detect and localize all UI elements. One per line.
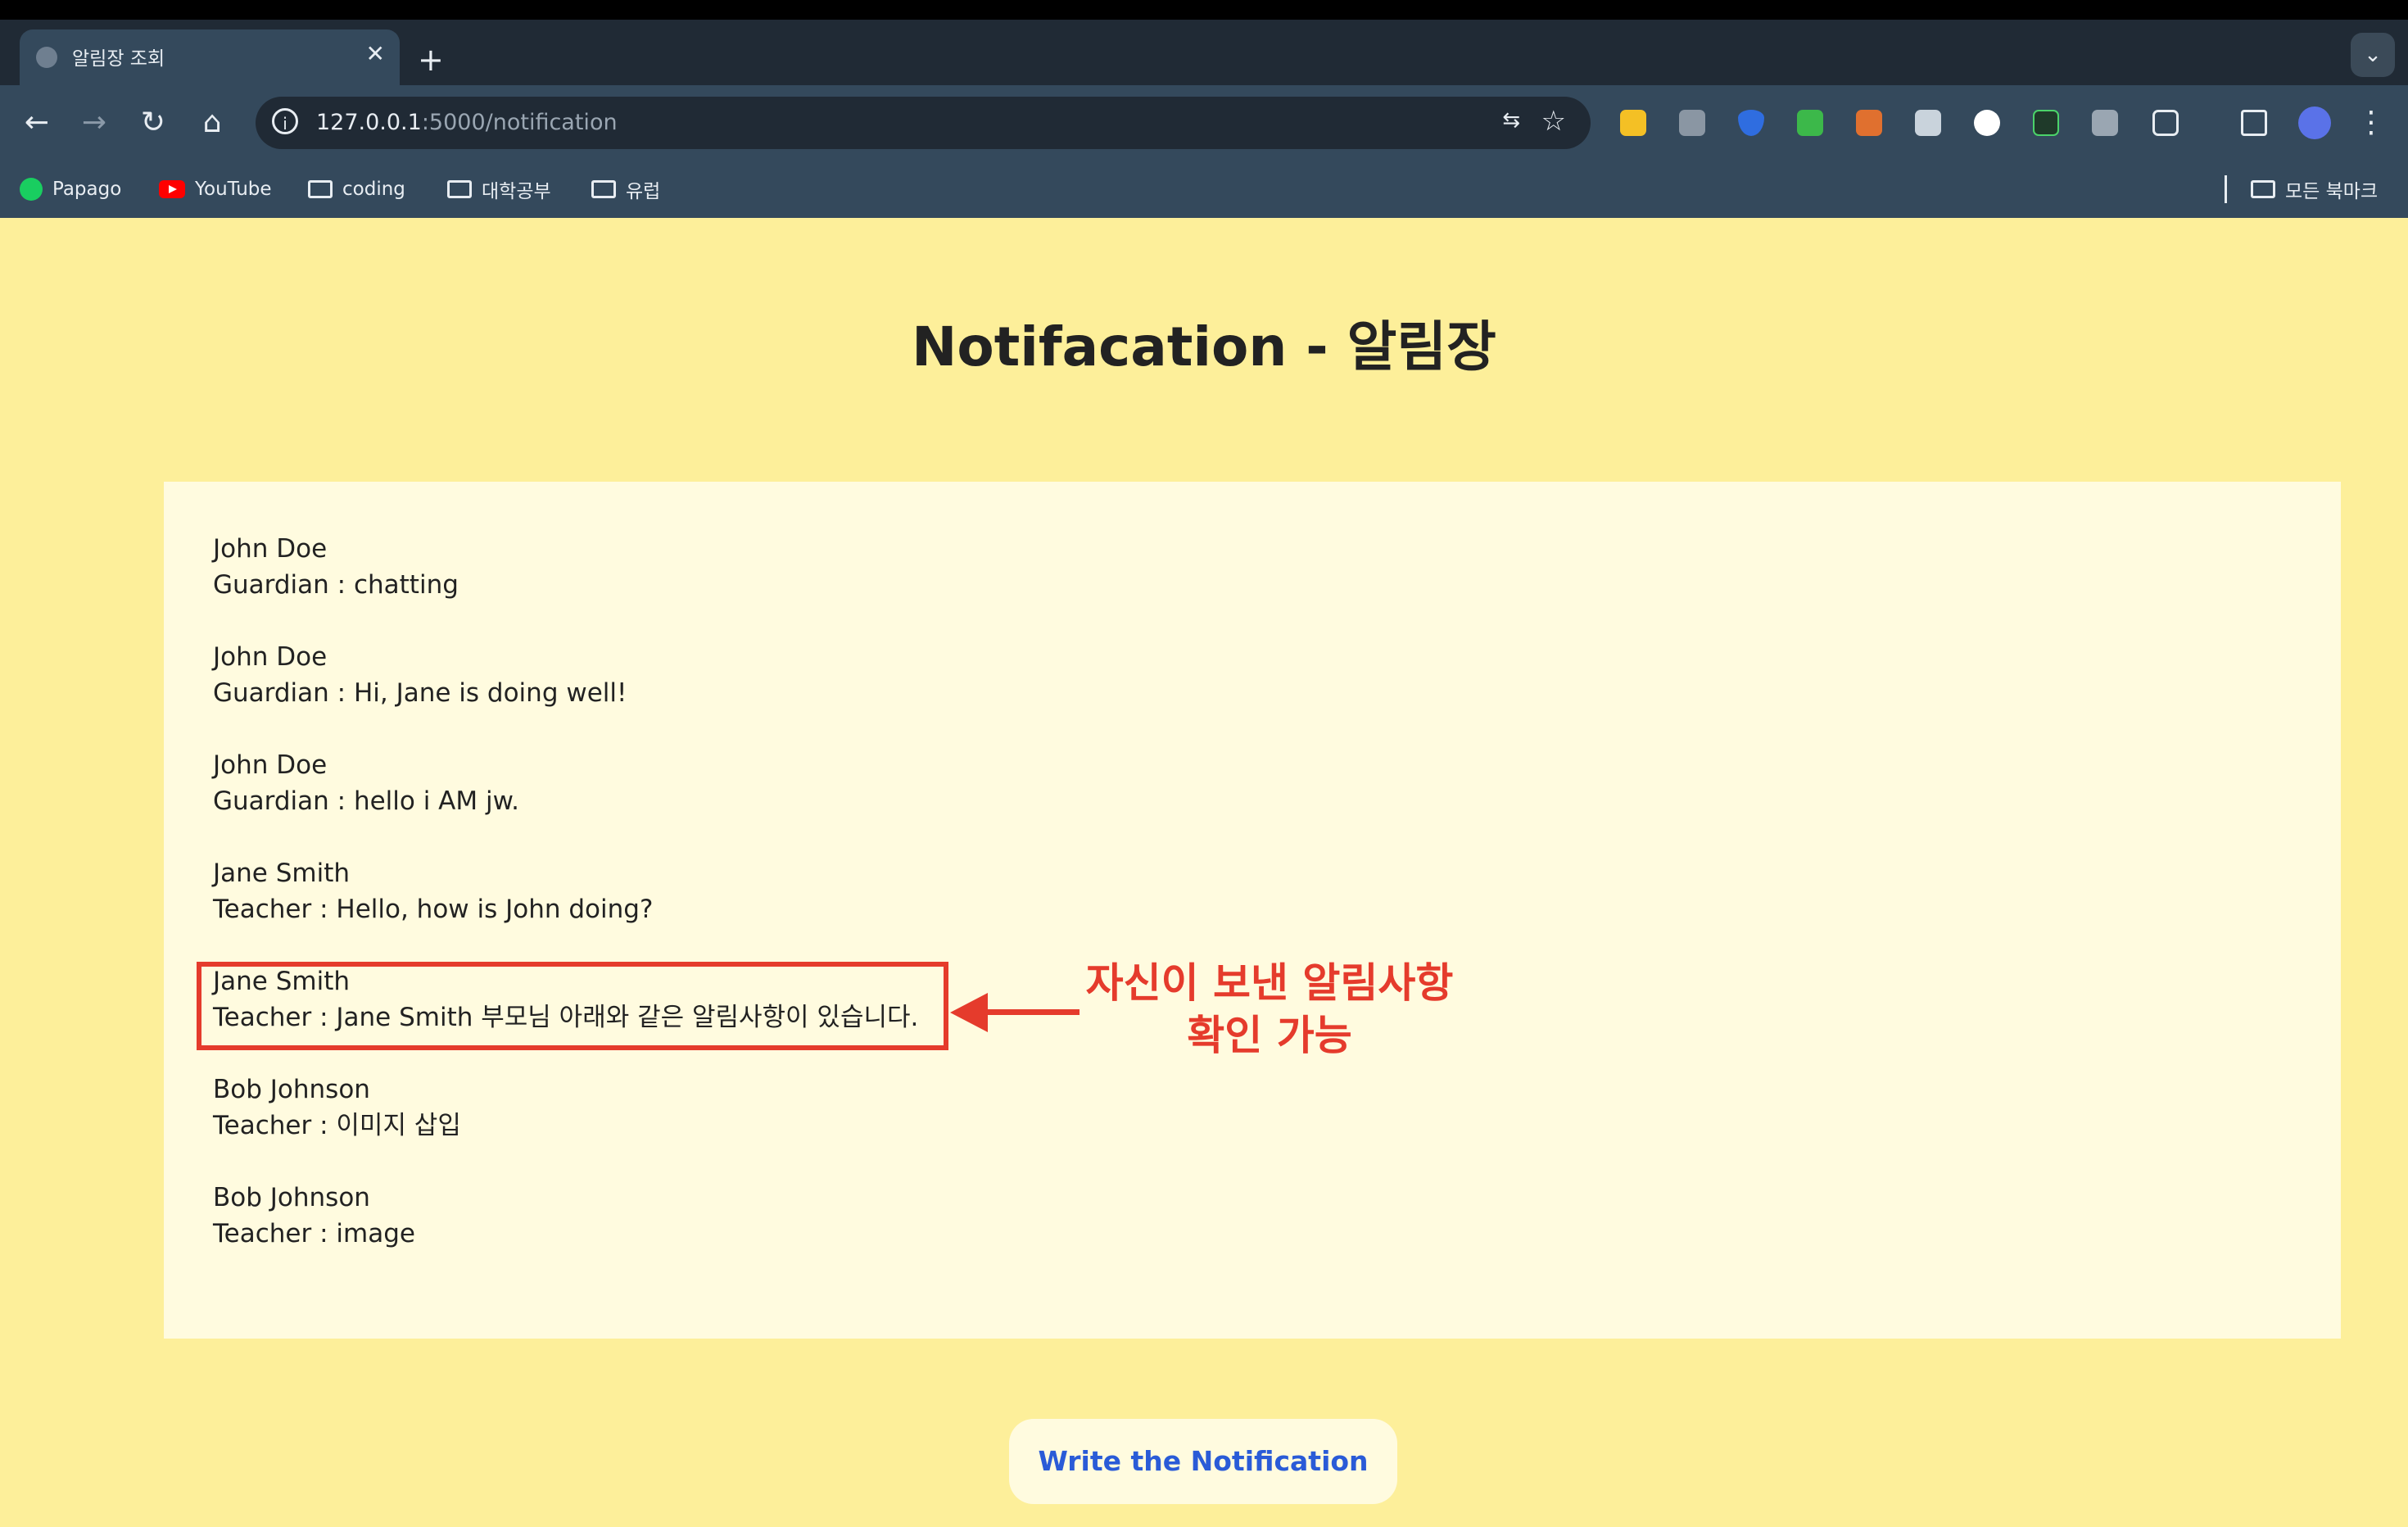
write-notification-button[interactable]: Write the Notification	[1009, 1419, 1397, 1504]
bookmark-folder-university[interactable]: 대학공부	[447, 175, 551, 203]
bookmark-youtube[interactable]: YouTube	[159, 175, 272, 203]
back-icon[interactable]: ←	[16, 103, 57, 143]
tab-bar: 알림장 조회 ✕ + ⌄	[0, 20, 2408, 85]
globe-icon	[36, 47, 57, 68]
notification-item: John Doe Guardian : Hi, Jane is doing we…	[213, 639, 627, 711]
all-bookmarks-button[interactable]: 모든 북마크	[2251, 175, 2378, 203]
side-panel-icon[interactable]	[2241, 110, 2267, 136]
forward-icon[interactable]: →	[74, 103, 115, 143]
notification-list: John Doe Guardian : chatting John Doe Gu…	[164, 482, 2341, 1339]
arrow-line	[983, 1009, 1080, 1015]
reload-icon[interactable]: ↻	[133, 103, 174, 143]
bookmark-star-icon[interactable]: ☆	[1541, 105, 1566, 138]
extension-icon[interactable]	[2092, 110, 2118, 136]
notification-sender: Bob Johnson	[213, 1183, 370, 1212]
folder-icon	[308, 180, 333, 198]
notification-message: Guardian : hello i AM jw.	[213, 786, 519, 816]
kebab-menu-icon[interactable]: ⋮	[2351, 103, 2392, 143]
bookmarks-bar: Papago YouTube coding 대학공부 유럽 모든 북마크	[0, 161, 2408, 218]
new-tab-button[interactable]: +	[418, 44, 444, 75]
address-bar[interactable]: i 127.0.0.1:5000/notification ⇆ ☆	[256, 97, 1591, 149]
notification-message: Teacher : Hello, how is John doing?	[213, 895, 654, 924]
notification-message: Guardian : chatting	[213, 570, 459, 600]
papago-icon	[20, 178, 43, 201]
bookmarks-divider	[2225, 175, 2227, 203]
notification-sender: Jane Smith	[213, 859, 351, 888]
puzzle-icon[interactable]	[2152, 110, 2179, 136]
tab-close-icon[interactable]: ✕	[366, 40, 385, 67]
translate-icon[interactable]: ⇆	[1502, 108, 1520, 133]
extension-icon[interactable]	[1915, 110, 1941, 136]
window-top-strip	[0, 0, 2408, 20]
folder-icon	[591, 180, 616, 198]
bookmark-folder-coding[interactable]: coding	[308, 175, 405, 203]
notification-message: Guardian : Hi, Jane is doing well!	[213, 678, 627, 708]
tab-active[interactable]: 알림장 조회 ✕	[20, 29, 400, 85]
bookmark-papago[interactable]: Papago	[20, 175, 121, 203]
notification-sender: John Doe	[213, 534, 328, 564]
notification-item: Jane Smith Teacher : Hello, how is John …	[213, 855, 653, 927]
record-icon[interactable]	[1974, 110, 2000, 136]
notification-sender: John Doe	[213, 642, 328, 672]
notification-sender: Bob Johnson	[213, 1075, 370, 1104]
extension-icon[interactable]	[1738, 110, 1764, 136]
browser-toolbar: ← → ↻ ⌂ i 127.0.0.1:5000/notification ⇆ …	[0, 85, 2408, 161]
notification-sender: John Doe	[213, 750, 328, 780]
tab-title: 알림장 조회	[72, 48, 165, 70]
bookmark-folder-europe[interactable]: 유럽	[591, 175, 660, 203]
annotation-line: 자신이 보낸 알림사항	[1085, 959, 1454, 1007]
notification-item: John Doe Guardian : chatting	[213, 531, 459, 603]
notification-item: John Doe Guardian : hello i AM jw.	[213, 747, 519, 819]
notification-message: Teacher : image	[213, 1219, 415, 1248]
annotation-line: 확인 가능	[1187, 1012, 1352, 1059]
profile-avatar[interactable]	[2298, 106, 2331, 139]
extension-icon[interactable]	[1620, 110, 1646, 136]
folder-icon	[2251, 180, 2275, 198]
extension-icon[interactable]	[2033, 110, 2059, 136]
youtube-icon	[159, 180, 185, 198]
page-title: Notifacation - 알림장	[912, 315, 1496, 378]
folder-icon	[447, 180, 472, 198]
notification-message: Teacher : 이미지 삽입	[213, 1111, 461, 1140]
url-text[interactable]: 127.0.0.1:5000/notification	[316, 110, 618, 135]
annotation-text: 자신이 보낸 알림사항 확인 가능	[1073, 957, 1466, 1062]
site-info-icon[interactable]: i	[272, 108, 298, 134]
extension-icon[interactable]	[1679, 110, 1705, 136]
extension-icon[interactable]	[1856, 110, 1882, 136]
tab-search-button[interactable]: ⌄	[2351, 33, 2395, 77]
extension-icon[interactable]	[1797, 110, 1823, 136]
home-icon[interactable]: ⌂	[192, 103, 233, 143]
highlight-box	[197, 962, 948, 1050]
notification-item: Bob Johnson Teacher : 이미지 삽입	[213, 1072, 461, 1144]
notification-item: Bob Johnson Teacher : image	[213, 1180, 415, 1252]
